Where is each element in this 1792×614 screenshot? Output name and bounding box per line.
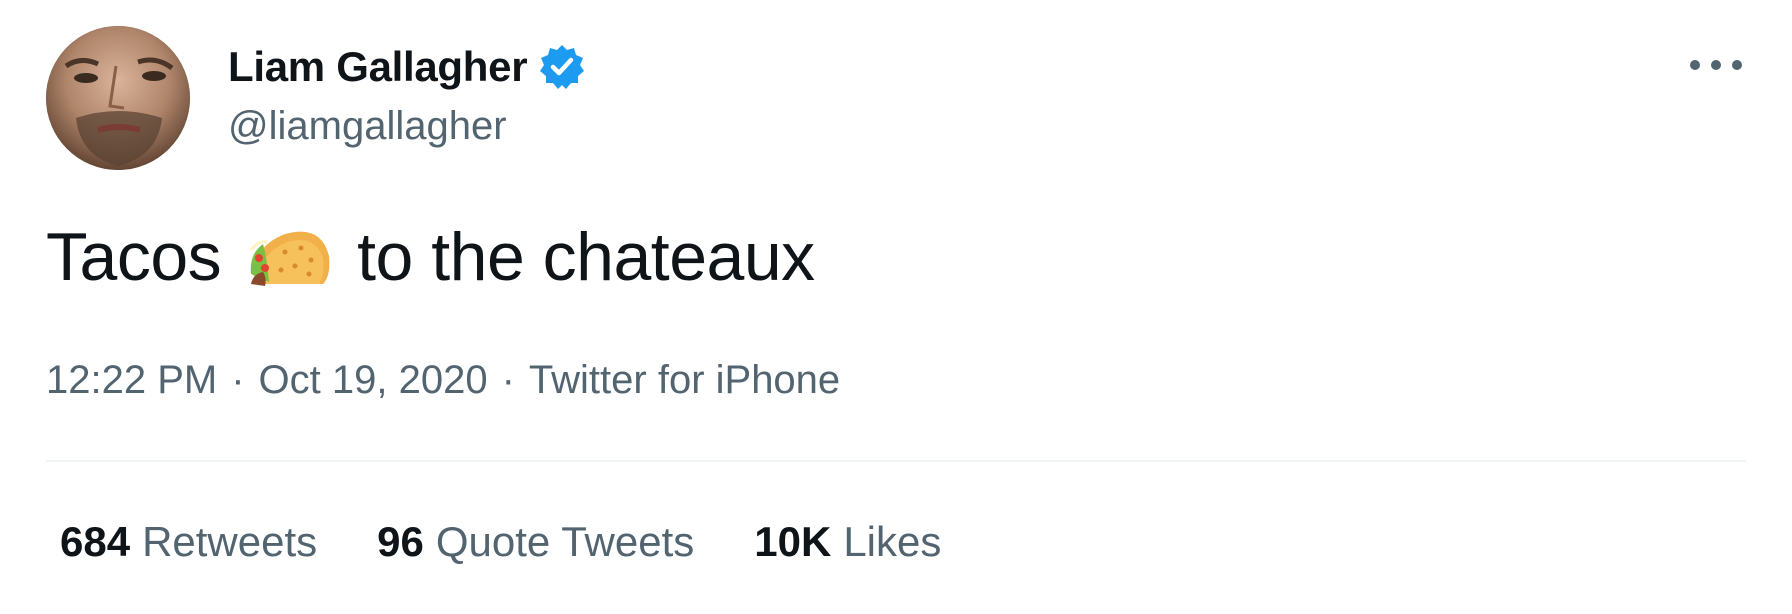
author-handle[interactable]: @liamgallagher <box>228 104 507 149</box>
tweet-stats: 684 Retweets 96 Quote Tweets 10K Likes <box>60 518 1001 566</box>
more-options-icon[interactable] <box>1690 50 1742 80</box>
tweet-time[interactable]: 12:22 PM <box>46 358 217 403</box>
retweets-stat[interactable]: 684 Retweets <box>60 518 317 566</box>
more-dot <box>1711 60 1721 70</box>
avatar-photo <box>46 26 190 170</box>
quote-tweets-label: Quote Tweets <box>435 518 695 565</box>
tweet-source-link[interactable]: Twitter for iPhone <box>529 358 840 403</box>
more-dot <box>1732 60 1742 70</box>
retweets-count: 684 <box>60 518 131 565</box>
taco-emoji-icon <box>245 226 333 288</box>
avatar[interactable] <box>46 26 190 170</box>
tweet-date[interactable]: Oct 19, 2020 <box>259 358 488 403</box>
tweet-text: Tacos to the chateaux <box>46 218 815 296</box>
meta-separator: · <box>501 358 515 402</box>
divider <box>46 460 1746 462</box>
likes-count: 10K <box>754 518 832 565</box>
author-name-row: Liam Gallagher <box>228 42 587 92</box>
tweet-card: Liam Gallagher @liamgallagher Tacos to t… <box>0 0 1792 614</box>
more-dot <box>1690 60 1700 70</box>
tweet-text-before: Tacos <box>46 219 222 295</box>
likes-label: Likes <box>843 518 942 565</box>
quote-tweets-count: 96 <box>377 518 424 565</box>
retweets-label: Retweets <box>142 518 318 565</box>
quote-tweets-stat[interactable]: 96 Quote Tweets <box>377 518 694 566</box>
verified-badge-icon <box>537 42 587 92</box>
author-name[interactable]: Liam Gallagher <box>228 43 528 91</box>
tweet-meta: 12:22 PM · Oct 19, 2020 · Twitter for iP… <box>46 358 840 403</box>
likes-stat[interactable]: 10K Likes <box>754 518 941 566</box>
tweet-text-after: to the chateaux <box>357 219 815 295</box>
meta-separator: · <box>231 358 245 402</box>
